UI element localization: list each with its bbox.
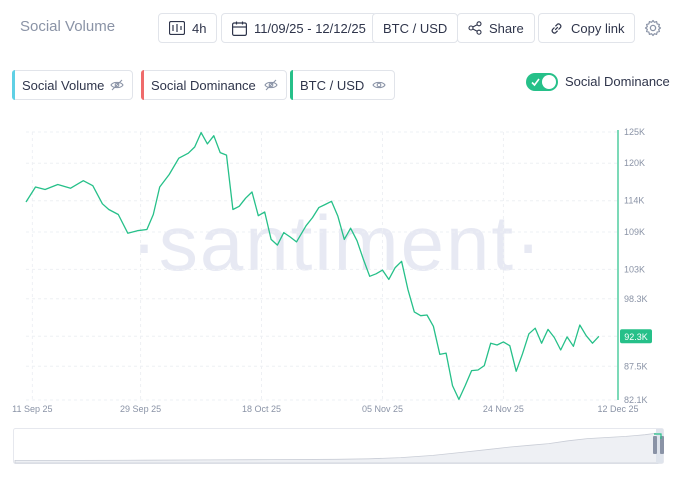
x-tick-label: 11 Sep 25	[12, 404, 52, 414]
copy-link-button[interactable]: Copy link	[538, 13, 636, 43]
pair-button[interactable]: BTC / USD	[372, 13, 459, 43]
copy-link-label: Copy link	[571, 20, 625, 36]
y-tick-label: 98.3K	[624, 294, 648, 304]
eye-icon[interactable]	[372, 80, 386, 90]
metric-label: BTC / USD	[300, 77, 365, 93]
gear-icon[interactable]	[644, 19, 662, 37]
watermark-text: ·santiment·	[131, 199, 543, 287]
candles-icon	[169, 21, 185, 35]
page-title: Social Volume	[20, 18, 116, 35]
metric-label: Social Dominance	[151, 77, 256, 93]
price-chart[interactable]: ·santiment· 125K 120K 114K 109K 103K 98.3K 92.3…	[0, 115, 673, 420]
x-tick-label: 12 Dec 25	[597, 404, 638, 414]
eye-off-icon[interactable]	[110, 79, 125, 91]
metric-chip-social-dominance[interactable]: Social Dominance	[141, 70, 287, 100]
social-dominance-toggle[interactable]	[526, 73, 558, 91]
interval-label: 4h	[192, 20, 207, 36]
toggle-label: Social Dominance	[565, 74, 670, 89]
y-tick-label: 120K	[624, 158, 645, 168]
y-tick-label: 103K	[624, 264, 645, 274]
check-icon	[531, 78, 540, 87]
metric-color-bar	[290, 70, 293, 100]
x-tick-label: 24 Nov 25	[483, 404, 524, 414]
date-range-button[interactable]: 11/09/25 - 12/12/25	[221, 13, 377, 43]
eye-off-icon[interactable]	[264, 79, 278, 91]
x-tick-label: 29 Sep 25	[120, 404, 161, 414]
interval-button[interactable]: 4h	[158, 13, 218, 43]
x-tick-label: 05 Nov 25	[362, 404, 403, 414]
metric-color-bar	[12, 70, 15, 100]
share-icon	[468, 21, 482, 35]
share-label: Share	[489, 20, 524, 36]
share-button[interactable]: Share	[457, 13, 535, 43]
metric-chip-btc-usd[interactable]: BTC / USD	[290, 70, 396, 100]
metric-label: Social Volume	[22, 77, 105, 93]
y-tick-label: 125K	[624, 127, 645, 137]
metric-chip-social-volume[interactable]: Social Volume	[12, 70, 134, 100]
last-value-label: 92.3K	[624, 332, 648, 342]
chart-navigator[interactable]	[13, 428, 664, 464]
pair-label: BTC / USD	[383, 20, 448, 36]
toggle-knob	[542, 75, 556, 89]
y-tick-label: 109K	[624, 227, 645, 237]
y-tick-label: 87.5K	[624, 361, 648, 371]
link-icon	[551, 22, 562, 34]
date-range-label: 11/09/25 - 12/12/25	[254, 20, 366, 36]
navigator-handle-left[interactable]	[653, 436, 657, 454]
x-tick-label: 18 Oct 25	[242, 404, 281, 414]
y-tick-label: 114K	[624, 196, 644, 206]
calendar-icon	[232, 21, 247, 36]
metric-color-bar	[141, 70, 144, 100]
